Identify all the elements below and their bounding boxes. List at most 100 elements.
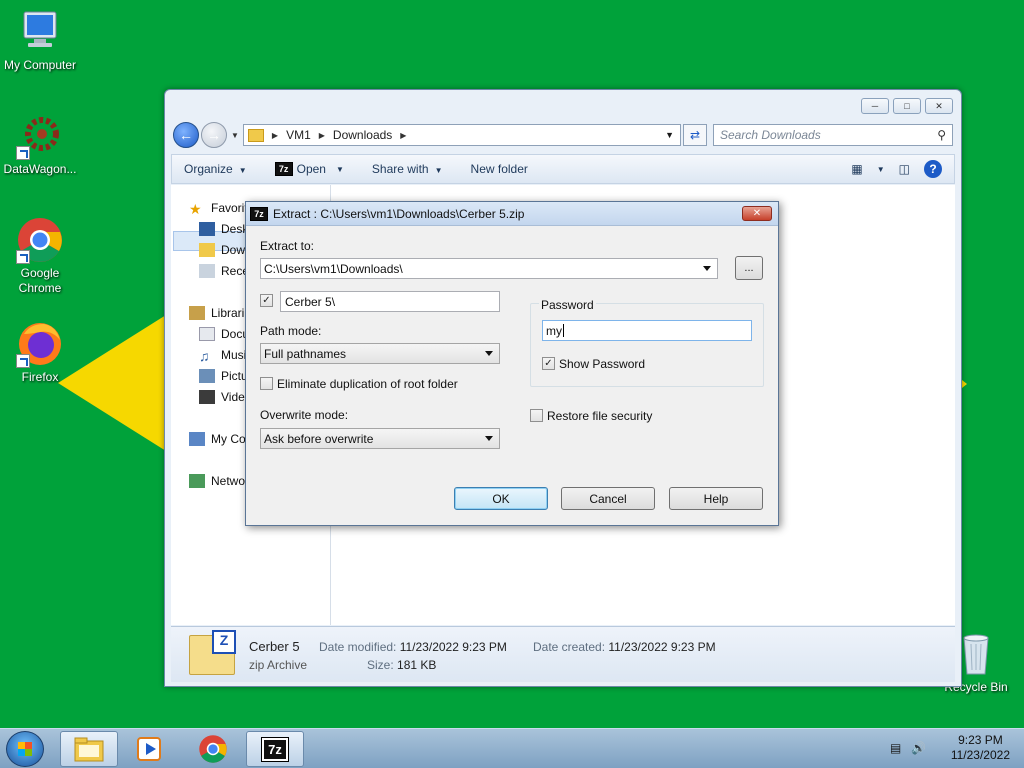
nav-label: My Co bbox=[211, 432, 246, 446]
volume-icon[interactable]: 🔊 bbox=[911, 741, 926, 755]
extract-to-label: Extract to: bbox=[260, 239, 315, 253]
system-tray: ▤ 🔊 bbox=[890, 741, 926, 755]
address-bar-row: ← → ▼ ▶ VM1 ▶ Downloads ▶ ▼ ⇄ Search Dow… bbox=[173, 122, 953, 148]
nav-network[interactable]: Netwo bbox=[189, 472, 245, 490]
password-group-label: Password bbox=[539, 298, 596, 312]
dialog-close-button[interactable]: ✕ bbox=[742, 206, 772, 221]
nav-downloads[interactable]: Dow bbox=[199, 241, 245, 259]
browse-button[interactable]: ... bbox=[735, 256, 763, 280]
password-input[interactable]: my bbox=[542, 320, 752, 341]
taskbar-explorer[interactable] bbox=[60, 731, 118, 767]
nav-desktop[interactable]: Desk bbox=[199, 220, 248, 238]
password-value: my bbox=[546, 323, 562, 338]
details-date-modified: Date modified: 11/23/2022 9:23 PM bbox=[319, 640, 507, 654]
nav-label: Pictu bbox=[221, 369, 248, 383]
address-dropdown-icon[interactable]: ▼ bbox=[665, 130, 674, 140]
back-button[interactable]: ← bbox=[173, 122, 199, 148]
minimize-button[interactable]: ─ bbox=[861, 98, 889, 114]
network-icon[interactable]: ▤ bbox=[890, 741, 901, 755]
sevenzip-icon: 7z bbox=[261, 736, 289, 762]
restore-security-label[interactable]: Restore file security bbox=[547, 409, 652, 423]
chrome-icon bbox=[16, 216, 64, 264]
subfolder-name-input[interactable]: Cerber 5\ bbox=[280, 291, 500, 312]
recent-places-icon bbox=[199, 264, 215, 278]
chrome-icon bbox=[199, 735, 227, 763]
address-bar[interactable]: ▶ VM1 ▶ Downloads ▶ ▼ bbox=[242, 124, 681, 146]
cancel-button[interactable]: Cancel bbox=[561, 487, 655, 510]
show-password-label[interactable]: Show Password bbox=[559, 357, 645, 371]
search-input[interactable]: Search Downloads ⚲ bbox=[713, 124, 953, 146]
nav-videos[interactable]: Vide bbox=[199, 388, 245, 406]
subfolder-name-value: Cerber 5\ bbox=[285, 294, 336, 309]
path-mode-select[interactable]: Full pathnames bbox=[260, 343, 500, 364]
subfolder-checkbox[interactable]: ✓ bbox=[260, 294, 273, 307]
videos-icon bbox=[199, 390, 215, 404]
desktop-icon-my-computer[interactable]: My Computer bbox=[0, 8, 80, 72]
path-mode-value: Full pathnames bbox=[264, 346, 347, 361]
organize-menu[interactable]: Organize ▼ bbox=[184, 162, 247, 176]
chevron-right-icon[interactable]: ▶ bbox=[400, 131, 406, 140]
taskbar-7zip[interactable]: 7z bbox=[246, 731, 304, 767]
nav-label: Musi bbox=[221, 348, 247, 362]
search-placeholder: Search Downloads bbox=[720, 128, 821, 142]
desktop-icon-datawagon[interactable]: DataWagon... bbox=[0, 112, 80, 176]
chevron-right-icon[interactable]: ▶ bbox=[319, 131, 325, 140]
chevron-down-icon bbox=[485, 351, 493, 356]
share-with-menu[interactable]: Share with ▼ bbox=[372, 162, 443, 176]
date-modified-label: Date modified: bbox=[319, 640, 397, 654]
nav-pictures[interactable]: Pictu bbox=[199, 367, 248, 385]
clock[interactable]: 9:23 PM 11/23/2022 bbox=[951, 733, 1010, 763]
recent-pages-dropdown[interactable]: ▼ bbox=[231, 131, 239, 140]
details-file-name: Cerber 5 bbox=[249, 639, 300, 654]
extract-to-combobox[interactable]: C:\Users\vm1\Downloads\ bbox=[260, 258, 718, 279]
ok-button[interactable]: OK bbox=[454, 487, 548, 510]
extract-to-value: C:\Users\vm1\Downloads\ bbox=[264, 261, 403, 276]
nav-recent[interactable]: Rece bbox=[199, 262, 249, 280]
nav-music[interactable]: ♫ Musi bbox=[199, 346, 246, 364]
close-button[interactable]: ✕ bbox=[925, 98, 953, 114]
restore-security-checkbox[interactable] bbox=[530, 409, 543, 422]
start-button[interactable] bbox=[6, 731, 44, 767]
overwrite-mode-select[interactable]: Ask before overwrite bbox=[260, 428, 500, 449]
nav-libraries[interactable]: Librari bbox=[189, 304, 244, 322]
forward-button[interactable]: → bbox=[201, 122, 227, 148]
wallpaper-triangle-tip bbox=[962, 380, 967, 388]
nav-documents[interactable]: Docu bbox=[199, 325, 249, 343]
help-icon[interactable]: ? bbox=[924, 160, 942, 178]
nav-my-computer[interactable]: My Co bbox=[189, 430, 246, 448]
folder-icon bbox=[247, 128, 264, 142]
open-label: Open bbox=[296, 162, 326, 176]
eliminate-duplication-label[interactable]: Eliminate duplication of root folder bbox=[277, 377, 458, 391]
maximize-button[interactable]: □ bbox=[893, 98, 921, 114]
open-menu[interactable]: 7z Open ▼ bbox=[274, 162, 344, 176]
eliminate-duplication-checkbox[interactable] bbox=[260, 377, 273, 390]
change-view-icon[interactable]: ▦ bbox=[851, 162, 862, 176]
firefox-icon bbox=[16, 320, 64, 368]
chevron-down-icon[interactable] bbox=[703, 266, 711, 271]
preview-pane-icon[interactable]: ◫ bbox=[899, 162, 910, 176]
desktop-icon-chrome[interactable]: Google Chrome bbox=[0, 216, 80, 296]
overwrite-mode-label: Overwrite mode: bbox=[260, 408, 349, 422]
breadcrumb-downloads[interactable]: Downloads bbox=[333, 128, 392, 142]
taskbar-media-player[interactable] bbox=[120, 731, 178, 767]
folder-icon bbox=[74, 737, 104, 762]
chevron-right-icon[interactable]: ▶ bbox=[272, 131, 278, 140]
details-date-created: Date created: 11/23/2022 9:23 PM bbox=[533, 640, 716, 654]
clock-time: 9:23 PM bbox=[958, 733, 1003, 747]
show-password-checkbox[interactable]: ✓ bbox=[542, 357, 555, 370]
breadcrumb-vm1[interactable]: VM1 bbox=[286, 128, 311, 142]
chevron-down-icon[interactable]: ▼ bbox=[877, 165, 885, 174]
extract-dialog[interactable]: 7z Extract : C:\Users\vm1\Downloads\Cerb… bbox=[245, 201, 779, 526]
refresh-button[interactable]: ⇄ bbox=[683, 124, 707, 146]
taskbar-chrome[interactable] bbox=[184, 731, 242, 767]
path-mode-label: Path mode: bbox=[260, 324, 322, 338]
dialog-titlebar[interactable]: 7z Extract : C:\Users\vm1\Downloads\Cerb… bbox=[246, 202, 778, 226]
help-button[interactable]: Help bbox=[669, 487, 763, 510]
new-folder-button[interactable]: New folder bbox=[471, 162, 528, 176]
zip-file-icon bbox=[189, 630, 236, 675]
password-groupbox bbox=[530, 303, 764, 387]
date-created-value: 11/23/2022 9:23 PM bbox=[608, 640, 716, 654]
details-pane: Cerber 5 zip Archive Date modified: 11/2… bbox=[171, 626, 955, 682]
nav-favorites[interactable]: ★ Favorit bbox=[189, 199, 248, 217]
nav-label: Dow bbox=[221, 243, 246, 257]
